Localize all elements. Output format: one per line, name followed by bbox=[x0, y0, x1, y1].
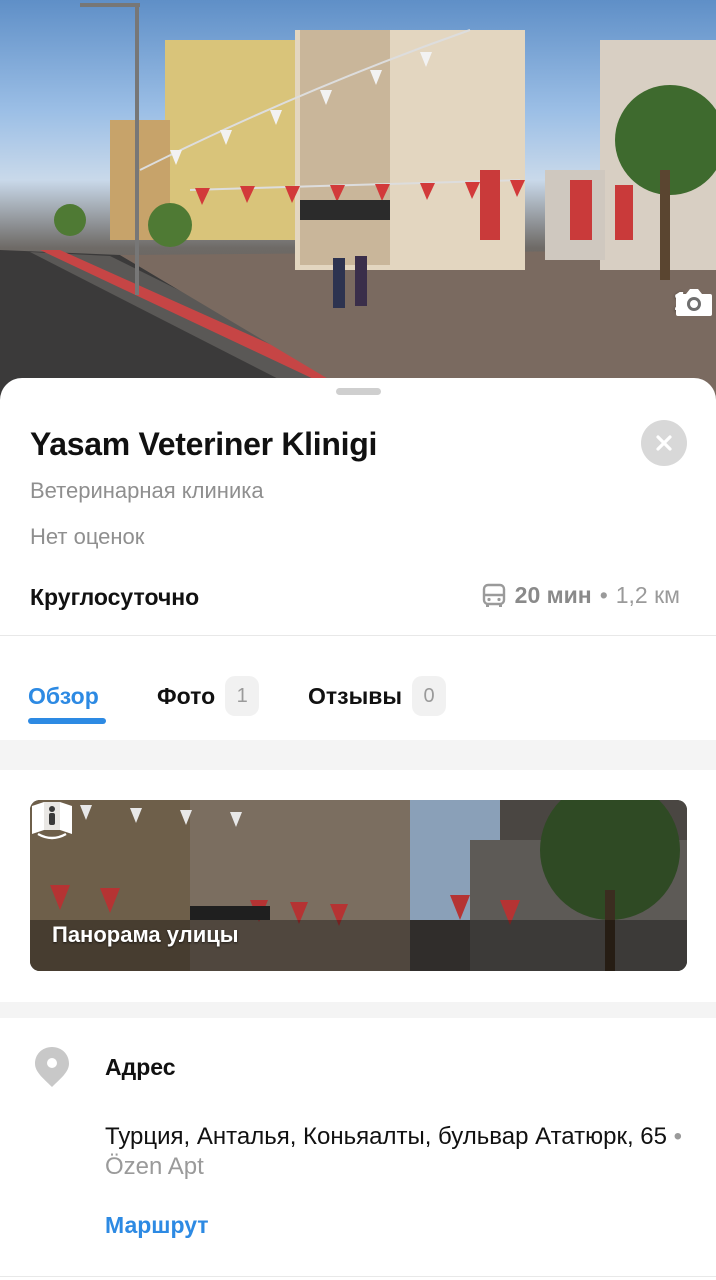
transit-separator: • bbox=[599, 582, 608, 608]
divider bbox=[0, 635, 716, 636]
address-line: Турция, Анталья, Коньяалты, бульвар Атат… bbox=[105, 1123, 667, 1150]
address-text[interactable]: Турция, Анталья, Коньяалты, бульвар Атат… bbox=[105, 1122, 695, 1182]
tab-count-badge: 1 bbox=[225, 676, 260, 716]
photo-count-badge[interactable]: 1 bbox=[674, 286, 712, 317]
bus-icon bbox=[482, 583, 505, 607]
place-category: Ветеринарная клиника bbox=[30, 478, 264, 503]
address-building: Özen Apt bbox=[105, 1153, 204, 1180]
street-photo bbox=[0, 3, 716, 400]
rating-status[interactable]: Нет оценок bbox=[30, 524, 144, 550]
address-separator: • bbox=[673, 1123, 683, 1150]
section-gap bbox=[0, 1002, 716, 1018]
map-pin-icon bbox=[35, 1047, 69, 1087]
address-heading: Адрес bbox=[105, 1054, 176, 1080]
transit-time: 20 мин bbox=[514, 582, 592, 608]
place-title: Yasam Veteriner Klinigi bbox=[30, 426, 378, 462]
sheet-grabber[interactable] bbox=[336, 388, 381, 395]
close-button[interactable] bbox=[641, 420, 687, 466]
tab-photos[interactable]: Фото 1 bbox=[157, 666, 260, 726]
transit-info[interactable]: 20 мин • 1,2 км bbox=[481, 582, 680, 609]
tab-label: Отзывы bbox=[308, 682, 403, 709]
tab-label: Фото bbox=[157, 682, 216, 709]
tab-overview[interactable]: Обзор bbox=[28, 666, 99, 726]
panorama-label: Панорама улицы bbox=[52, 922, 239, 947]
tab-bar: Обзор Фото 1 Отзывы 0 bbox=[0, 666, 716, 746]
street-panorama-icon bbox=[32, 802, 72, 840]
place-card-sheet: Yasam Veteriner Klinigi Ветеринарная кли… bbox=[0, 378, 716, 1280]
camera-icon bbox=[675, 289, 712, 316]
divider bbox=[0, 1276, 716, 1277]
hero-photo[interactable]: 1 bbox=[0, 0, 716, 400]
street-panorama-card[interactable]: Панорама улицы bbox=[30, 800, 687, 971]
transit-distance: 1,2 км bbox=[615, 582, 680, 608]
active-tab-indicator bbox=[28, 718, 106, 724]
working-hours[interactable]: Круглосуточно bbox=[30, 584, 199, 611]
tab-reviews[interactable]: Отзывы 0 bbox=[308, 666, 447, 726]
tab-label: Обзор bbox=[28, 682, 99, 709]
tab-count-badge: 0 bbox=[412, 676, 447, 716]
section-gap bbox=[0, 740, 716, 770]
close-icon bbox=[656, 435, 672, 451]
route-link[interactable]: Маршрут bbox=[105, 1212, 209, 1239]
